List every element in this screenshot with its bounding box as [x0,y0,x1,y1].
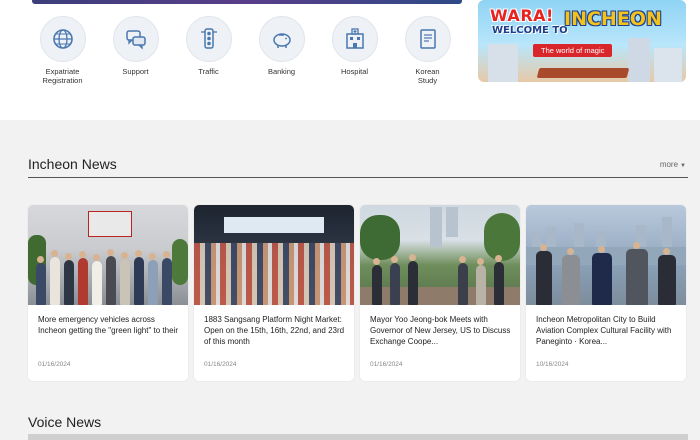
news-more-link[interactable]: more ▼ [660,160,686,169]
hospital-icon [331,16,378,62]
banner-building [654,48,682,82]
quick-menu-label: Korean Study [415,67,440,85]
news-card-list: More emergency vehicles across Incheon g… [28,205,688,381]
news-section-title: Incheon News [28,156,117,172]
quick-menu-label: Traffic [198,67,219,76]
top-banner-strip [32,0,462,4]
promo-banner[interactable]: WARA! WELCOME TO INCHEON The world of ma… [478,0,686,82]
news-card[interactable]: More emergency vehicles across Incheon g… [28,205,188,381]
news-photo [360,205,520,305]
book-icon [404,16,451,62]
photo-sign [88,211,132,237]
news-card-title: 1883 Sangsang Platform Night Market: Ope… [204,315,345,346]
banner-title-welcome: WELCOME TO [492,25,568,36]
banner-trampoline [536,68,630,78]
banner-building [488,44,518,82]
quick-menu-hospital[interactable]: Hospital [318,16,391,96]
quick-menu-label: Banking [267,67,296,76]
banner-title-wara: WARA! [490,6,554,25]
photo-tower [430,207,442,247]
news-card-title: Incheon Metropolitan City to Build Aviat… [536,315,672,346]
news-card-date: 01/16/2024 [204,361,237,368]
news-card-title: Mayor Yoo Jeong-bok Meets with Governor … [370,315,511,346]
quick-menu-korean-study[interactable]: Korean Study [391,16,464,96]
photo-tower [446,207,458,237]
photo-people [28,245,188,305]
quick-menu: Expatriate Registration Support Traffic … [26,16,466,96]
voice-section-title: Voice News [28,414,102,430]
quick-menu-label: Hospital [340,67,369,76]
voice-section-header: Voice News [28,412,688,440]
news-photo [526,205,686,305]
news-card-date: 10/16/2024 [536,361,569,368]
news-card-date: 01/16/2024 [38,361,71,368]
piggy-bank-icon [258,16,305,62]
photo-people [526,242,686,305]
photo-crowd [194,243,354,305]
news-card[interactable]: Incheon Metropolitan City to Build Aviat… [526,205,686,381]
quick-menu-banking[interactable]: Banking [245,16,318,96]
news-section-header: Incheon News more ▼ [28,154,688,178]
traffic-light-icon [185,16,232,62]
banner-building [628,38,650,82]
quick-menu-label: Expatriate Registration [42,67,83,85]
quick-menu-expatriate-registration[interactable]: Expatriate Registration [26,16,99,96]
banner-title-incheon: INCHEON [564,8,662,30]
more-label: more [659,160,679,169]
banner-subtitle: The world of magic [533,44,613,57]
news-card-title: More emergency vehicles across Incheon g… [38,315,178,335]
quick-menu-area: Expatriate Registration Support Traffic … [0,0,700,120]
news-card-date: 01/16/2024 [370,361,403,368]
news-card[interactable]: Mayor Yoo Jeong-bok Meets with Governor … [360,205,520,381]
news-photo [194,205,354,305]
globe-icon [39,16,86,62]
voice-section-divider [28,434,688,440]
news-card[interactable]: 1883 Sangsang Platform Night Market: Ope… [194,205,354,381]
chat-bubbles-icon [112,16,159,62]
chevron-down-icon: ▼ [680,163,686,169]
quick-menu-traffic[interactable]: Traffic [172,16,245,96]
photo-screen [224,217,324,233]
quick-menu-label: Support [122,67,149,76]
quick-menu-support[interactable]: Support [99,16,172,96]
photo-people [360,245,520,305]
news-photo [28,205,188,305]
